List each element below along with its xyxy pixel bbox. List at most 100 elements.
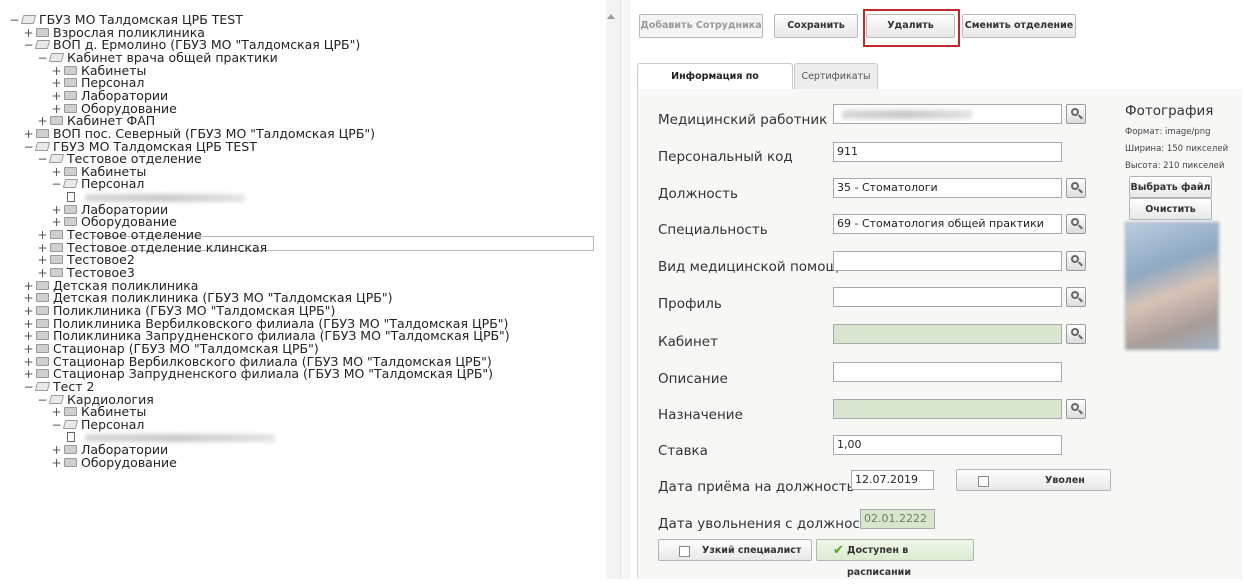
folder-icon [36, 27, 49, 37]
profile-label: Профиль [658, 296, 722, 312]
cabinet-search-button[interactable] [1066, 324, 1086, 344]
folder-icon [36, 331, 49, 341]
checkmark-icon: ✔ [833, 543, 844, 558]
folder-icon [64, 103, 77, 113]
redacted-name [842, 110, 972, 119]
collapse-toggle-icon[interactable]: − [9, 14, 20, 27]
care-type-search-button[interactable] [1066, 251, 1086, 271]
folder-icon [36, 343, 49, 353]
dismiss-date-label: Дата увольнения с должности [658, 516, 877, 532]
collapse-toggle-icon[interactable]: − [23, 39, 34, 52]
tree-node[interactable]: − Кабинет врача общей практики [37, 51, 277, 65]
purpose-field[interactable] [833, 399, 1062, 419]
purpose-label: Назначение [658, 407, 743, 423]
expand-toggle-icon[interactable]: + [51, 456, 62, 470]
panel-splitter[interactable] [620, 0, 630, 579]
collapse-toggle-icon[interactable]: − [37, 393, 48, 407]
cabinet-field[interactable] [833, 324, 1062, 344]
profile-field[interactable] [833, 287, 1062, 307]
clear-photo-button[interactable]: Очистить фото [1129, 198, 1212, 237]
tree-node-employee[interactable] [65, 190, 245, 203]
folder-icon [64, 90, 77, 100]
care-type-label: Вид медицинской помощи [658, 259, 847, 275]
position-label: Должность [658, 186, 738, 202]
folder-icon [64, 204, 77, 214]
specialty-label: Специальность [658, 222, 768, 238]
med-worker-search-button[interactable] [1066, 104, 1086, 124]
tree-scrollbar[interactable] [606, 0, 620, 579]
tree-node[interactable]: − Персонал [51, 177, 144, 191]
narrow-specialist-checkbox[interactable] [679, 546, 690, 557]
tree-node[interactable]: + Оборудование [51, 456, 176, 470]
hire-date-label: Дата приёма на должность [658, 479, 855, 495]
dismiss-date-field[interactable]: 02.01.2222 [860, 509, 935, 529]
folder-icon [36, 318, 49, 328]
folder-icon [50, 230, 63, 240]
org-tree: − ГБУЗ МО Талдомская ЦРБ TEST + Взрослая по… [0, 0, 600, 579]
rate-label: Ставка [658, 443, 708, 459]
specialty-search-button[interactable] [1066, 214, 1086, 234]
folder-open-icon [48, 394, 65, 404]
profile-search-button[interactable] [1066, 287, 1086, 307]
folder-icon [64, 166, 77, 176]
document-icon [67, 192, 75, 203]
folder-icon [36, 293, 49, 303]
schedule-available-toggle[interactable]: ✔ Доступен в расписании [816, 539, 974, 578]
collapse-toggle-icon[interactable]: − [23, 140, 34, 154]
collapse-toggle-icon[interactable]: − [37, 51, 48, 65]
employee-form: Медицинский работник Персональный код 91… [637, 89, 1242, 579]
employee-photo [1125, 222, 1219, 350]
folder-icon [64, 65, 77, 75]
collapse-toggle-icon[interactable]: − [51, 418, 62, 432]
folder-open-icon [62, 179, 79, 189]
description-label: Описание [658, 371, 728, 387]
folder-icon [64, 445, 77, 455]
folder-open-icon [34, 381, 51, 391]
folder-icon [50, 242, 63, 252]
folder-open-icon [48, 154, 65, 164]
med-worker-field[interactable] [833, 104, 1062, 124]
folder-open-icon [34, 141, 51, 151]
collapse-toggle-icon[interactable]: − [51, 178, 62, 191]
folder-icon [36, 305, 49, 315]
care-type-field[interactable] [833, 251, 1062, 271]
folder-icon [64, 217, 77, 227]
collapse-toggle-icon[interactable]: − [23, 380, 34, 394]
dismissed-toggle[interactable]: Уволен [956, 469, 1111, 491]
description-field[interactable] [833, 362, 1062, 382]
tree-node-label: Стационар Запрудненского филиала (ГБУЗ М… [53, 366, 494, 382]
save-button[interactable]: Сохранить [774, 14, 858, 38]
scroll-up-arrow-icon[interactable] [607, 14, 615, 19]
change-department-button[interactable]: Сменить отделение [962, 14, 1076, 38]
med-worker-label: Медицинский работник [658, 112, 828, 128]
photo-format: Формат: image/png [1125, 127, 1211, 137]
folder-open-icon [20, 15, 37, 24]
dismissed-checkbox[interactable] [978, 476, 989, 487]
folder-icon [36, 356, 49, 366]
rate-field[interactable]: 1,00 [833, 435, 1062, 455]
folder-icon [50, 268, 63, 277]
document-icon [67, 432, 75, 443]
personal-code-field[interactable]: 911 [833, 142, 1062, 162]
narrow-specialist-label: Узкий специалист [702, 545, 802, 556]
tab-certificates[interactable]: Сертификаты [794, 63, 878, 89]
folder-icon [64, 457, 77, 467]
narrow-specialist-toggle[interactable]: Узкий специалист [658, 539, 812, 561]
position-search-button[interactable] [1066, 178, 1086, 198]
add-employee-button[interactable]: Добавить Сотрудника [639, 14, 763, 38]
folder-icon [50, 255, 63, 265]
specialty-field[interactable]: 69 - Стоматология общей практики [833, 214, 1062, 234]
folder-icon [64, 407, 77, 417]
tab-bar: Информация по сотруднику Сертификаты [637, 63, 1241, 107]
hire-date-field[interactable]: 12.07.2019 [851, 470, 934, 490]
employee-panel: Добавить Сотрудника Сохранить Удалить См… [630, 0, 1245, 579]
photo-width: Ширина: 150 пикселей [1125, 144, 1229, 154]
choose-file-button[interactable]: Выбрать файл [1129, 176, 1212, 198]
purpose-search-button[interactable] [1066, 399, 1086, 419]
tree-node-employee[interactable] [65, 430, 275, 443]
tree-node[interactable]: − Персонал [51, 418, 144, 432]
photo-height: Высота: 210 пикселей [1125, 161, 1225, 171]
collapse-toggle-icon[interactable]: − [37, 153, 48, 166]
tab-employee-info[interactable]: Информация по сотруднику [637, 63, 793, 107]
position-field[interactable]: 35 - Стоматологи [833, 178, 1062, 198]
